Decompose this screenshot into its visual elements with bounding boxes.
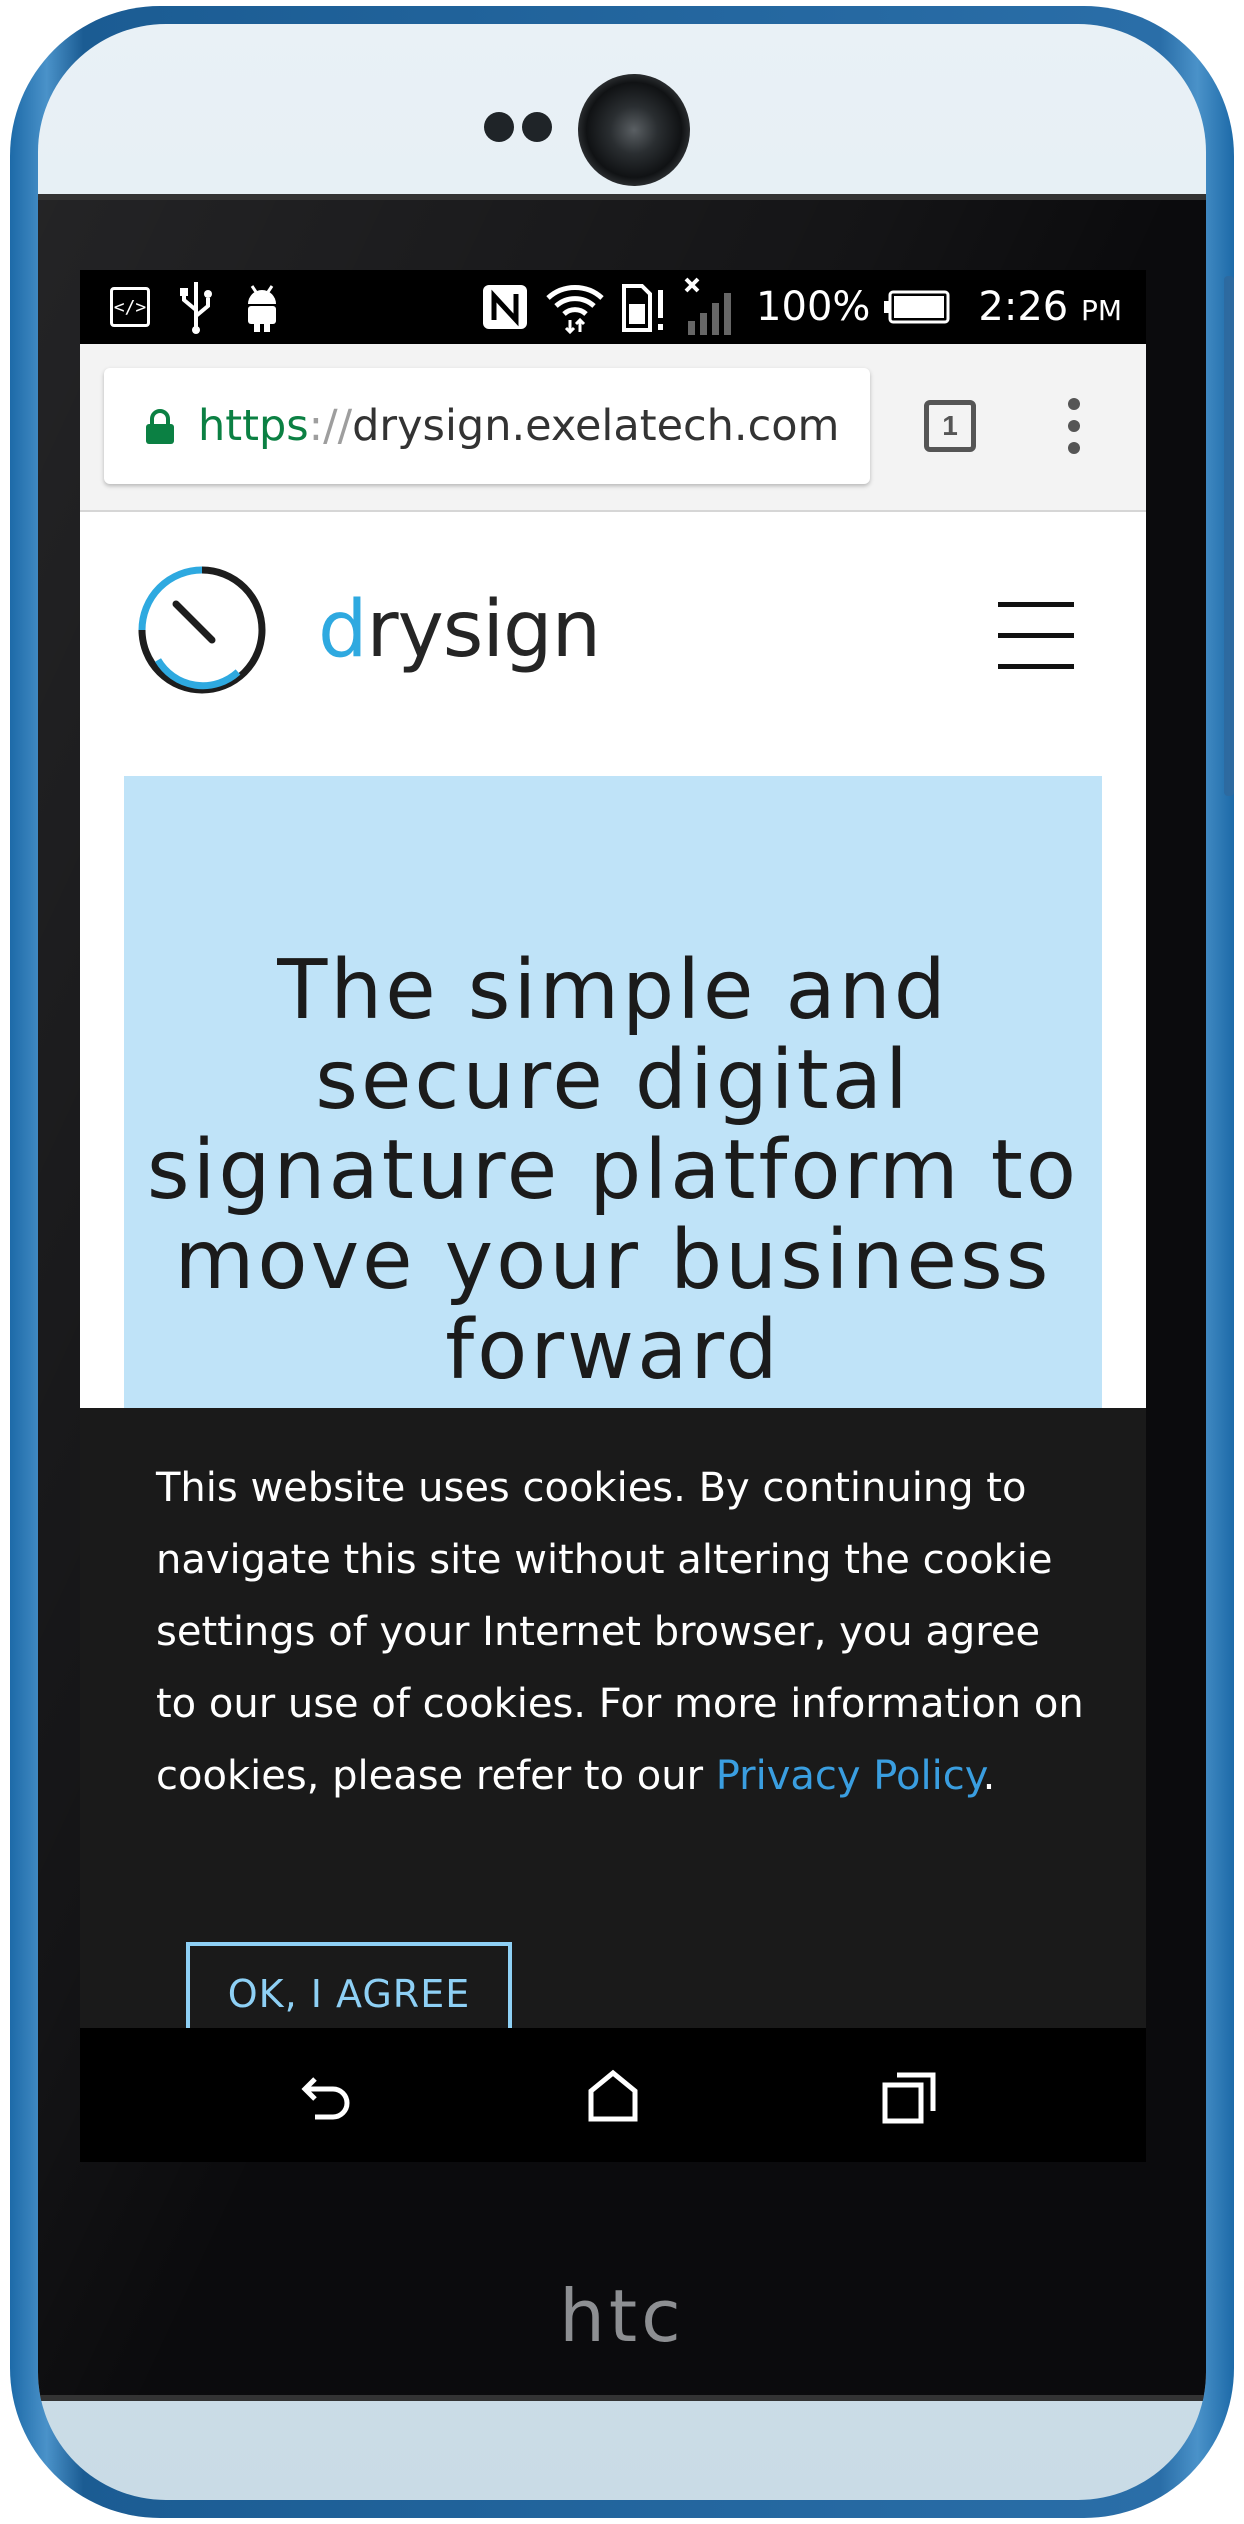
wifi-icon — [544, 280, 606, 334]
phone-screen: </> 100% 2:26 PM https://drysign.exelate… — [80, 270, 1146, 2162]
hero-section: The simple and secure digital signature … — [124, 776, 1102, 1496]
recents-icon[interactable] — [876, 2064, 942, 2130]
home-icon[interactable] — [580, 2064, 646, 2130]
power-button — [1224, 276, 1234, 796]
site-logo[interactable]: drysign — [136, 564, 601, 696]
battery-icon — [884, 290, 950, 324]
android-debug-icon — [242, 280, 282, 334]
browser-toolbar: https://drysign.exelatech.com 1 — [80, 344, 1146, 512]
more-options-icon[interactable] — [1064, 398, 1084, 454]
sensor-dots — [484, 112, 552, 142]
url-text[interactable]: https://drysign.exelatech.com — [198, 401, 839, 451]
clock: 2:26 PM — [978, 284, 1122, 330]
cookie-message: This website uses cookies. By continuing… — [156, 1465, 1084, 1799]
device-brand-logo: htc — [559, 2274, 685, 2358]
back-icon[interactable] — [294, 2064, 360, 2130]
front-camera — [578, 74, 690, 186]
address-bar[interactable]: https://drysign.exelatech.com — [104, 368, 870, 484]
hamburger-menu-icon[interactable] — [998, 602, 1074, 695]
tab-switcher-button[interactable]: 1 — [924, 400, 976, 452]
site-header: drysign — [80, 512, 1146, 752]
site-logo-wordmark: drysign — [318, 585, 601, 675]
nfc-icon — [480, 282, 530, 332]
status-bar: </> 100% 2:26 PM — [80, 270, 1146, 344]
lock-icon — [144, 409, 176, 444]
drysign-logo-mark-icon — [138, 566, 266, 694]
developer-icon: </> — [110, 287, 150, 327]
cookie-banner: This website uses cookies. By continuing… — [80, 1408, 1146, 2042]
hero-title: The simple and secure digital signature … — [146, 943, 1080, 1398]
privacy-policy-link[interactable]: Privacy Policy — [716, 1753, 983, 1799]
no-signal-icon — [682, 277, 742, 337]
usb-icon — [176, 280, 216, 334]
navigation-bar — [80, 2028, 1146, 2162]
agree-button[interactable]: OK, I AGREE — [186, 1942, 512, 2042]
sd-card-alert-icon — [620, 280, 668, 334]
battery-percent: 100% — [756, 284, 871, 330]
